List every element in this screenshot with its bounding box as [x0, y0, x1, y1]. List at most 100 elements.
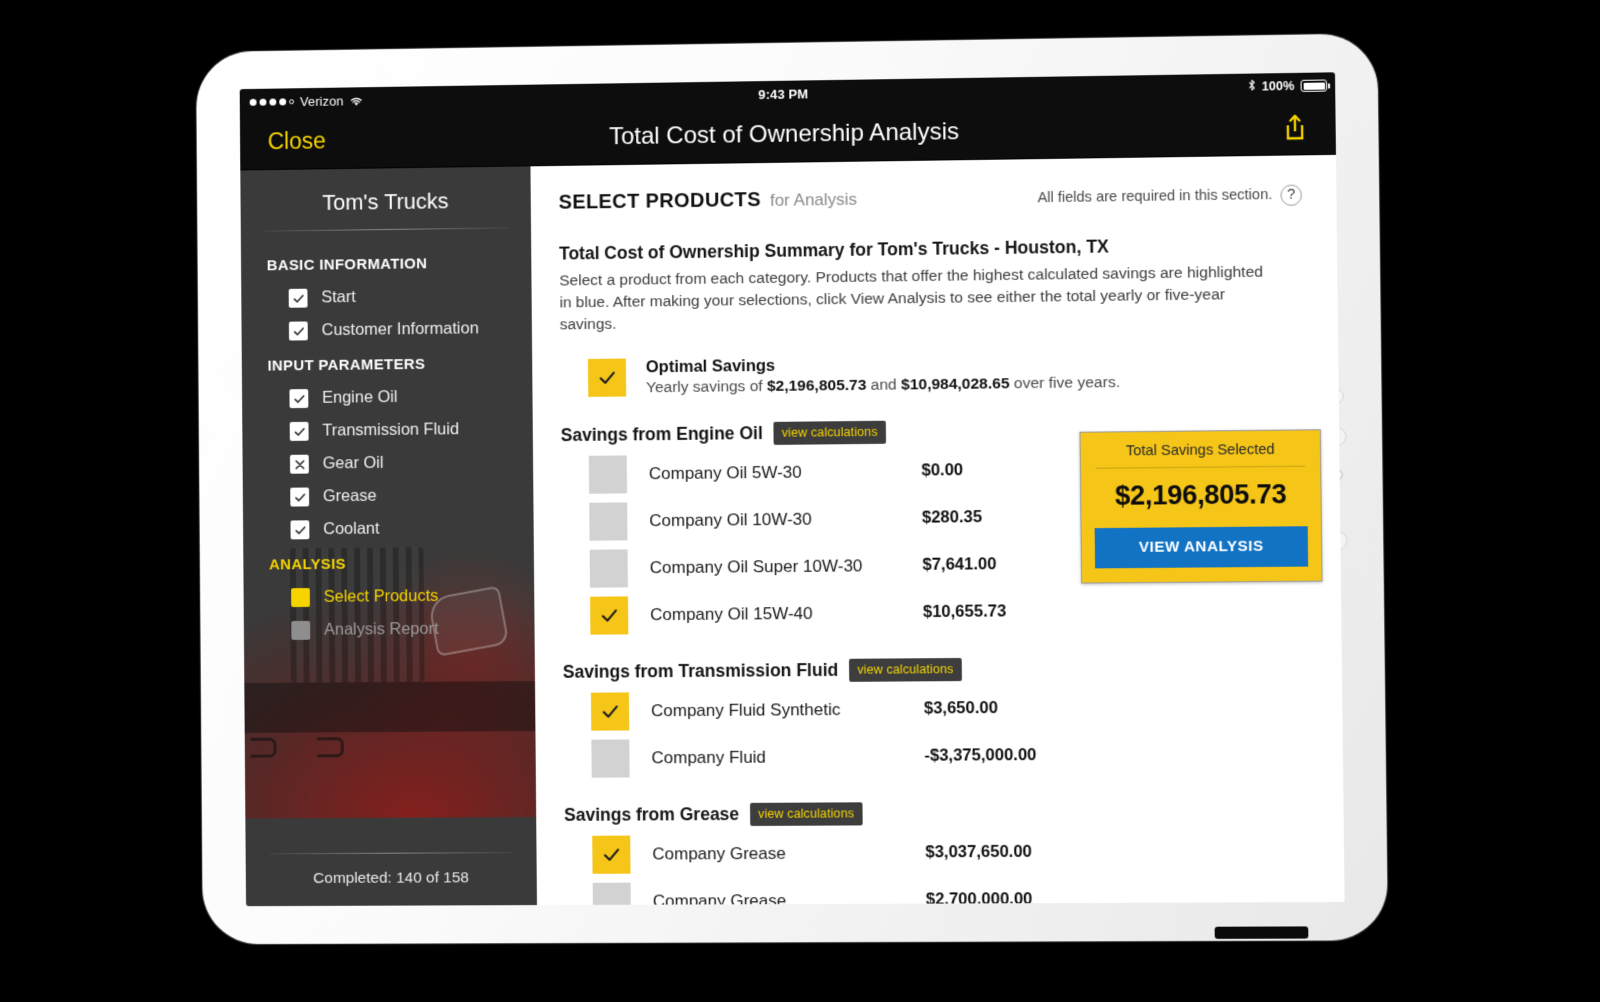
sidebar-item-label: Gear Oil	[322, 453, 384, 473]
sidebar-item-coolant[interactable]: Coolant	[243, 511, 534, 547]
product-value: -$3,375,000.00	[924, 746, 1037, 766]
main-content: SELECT PRODUCTS for Analysis All fields …	[530, 154, 1345, 906]
optimal-prefix: Yearly savings of	[645, 377, 768, 397]
sidebar-item-label: Transmission Fluid	[322, 420, 460, 440]
category-header-grease: Savings from Grease view calculations	[564, 800, 1309, 827]
sidebar-item-engine-oil[interactable]: Engine Oil	[242, 380, 533, 416]
app-body: Tom's Trucks BASIC INFORMATION Start Cus…	[240, 154, 1345, 907]
share-icon[interactable]	[1281, 111, 1310, 142]
total-savings-amount: $2,196,805.73	[1114, 478, 1287, 511]
optimal-yearly-amount: $2,196,805.73	[766, 376, 867, 395]
optimal-mid: and	[866, 376, 902, 394]
view-calculations-button[interactable]: view calculations	[750, 802, 863, 826]
checkmark-icon	[289, 421, 309, 441]
category-title: Savings from Engine Oil	[560, 422, 763, 446]
current-step-icon	[291, 588, 310, 608]
sidebar-group-title-analysis: ANALYSIS	[269, 555, 346, 574]
product-row[interactable]: Company Grease $3,037,650.00	[592, 832, 1309, 874]
product-checkbox[interactable]	[588, 455, 628, 494]
sidebar-item-customer-information[interactable]: Customer Information	[241, 312, 532, 348]
checkmark-icon	[288, 321, 308, 341]
sidebar-item-label: Select Products	[323, 586, 439, 606]
category-title: Savings from Transmission Fluid	[562, 659, 839, 682]
product-row[interactable]: Company Grease $2,700,000.00	[592, 880, 1311, 906]
product-value: $3,650.00	[923, 699, 999, 718]
optimal-five-year-amount: $10,984,028.65	[900, 375, 1010, 394]
sidebar-item-label: Grease	[322, 486, 377, 506]
product-value: $3,037,650.00	[925, 843, 1033, 862]
product-name: Company Grease	[652, 890, 787, 906]
summary-description: Select a product from each category. Pro…	[559, 263, 1264, 334]
optimal-suffix: over five years.	[1009, 373, 1121, 393]
total-savings-label: Total Savings Selected	[1125, 441, 1275, 460]
product-name: Company Oil 10W-30	[649, 509, 812, 531]
optimal-savings-checkbox[interactable]	[587, 358, 627, 398]
product-checkbox-selected[interactable]	[592, 835, 631, 874]
organization-name: Tom's Trucks	[322, 188, 449, 215]
checkmark-icon	[288, 288, 308, 308]
product-name: Company Oil Super 10W-30	[649, 556, 863, 578]
optimal-savings-title: Optimal Savings	[645, 356, 776, 377]
checkmark-icon	[289, 389, 309, 409]
required-note: All fields are required in this section.	[1037, 186, 1273, 207]
sidebar: Tom's Trucks BASIC INFORMATION Start Cus…	[240, 166, 537, 907]
product-name: Company Grease	[652, 843, 786, 864]
tablet-screen: Verizon 9:43 PM 100% Close Total Cost of…	[239, 72, 1345, 907]
bluetooth-icon	[1247, 79, 1255, 95]
product-checkbox-selected[interactable]	[590, 596, 629, 635]
view-calculations-button[interactable]: view calculations	[849, 657, 962, 682]
sidebar-group-title-input-parameters: INPUT PARAMETERS	[267, 355, 426, 375]
product-row[interactable]: Company Fluid Synthetic $3,650.00	[590, 688, 1308, 731]
status-bar-right: 100%	[1247, 77, 1328, 95]
sidebar-item-gear-oil[interactable]: Gear Oil	[242, 445, 533, 481]
product-checkbox[interactable]	[589, 502, 628, 541]
product-name: Company Oil 15W-40	[650, 603, 813, 625]
product-row[interactable]: Company Fluid -$3,375,000.00	[591, 735, 1308, 778]
checkmark-icon	[290, 520, 310, 540]
product-value: $7,641.00	[922, 555, 997, 575]
product-value: $0.00	[921, 461, 964, 480]
product-value: $2,700,000.00	[925, 890, 1033, 906]
product-name: Company Oil 5W-30	[648, 462, 802, 484]
category-title: Savings from Grease	[564, 803, 740, 825]
optimal-savings-row[interactable]: Optimal Savings Yearly savings of $2,196…	[587, 351, 1304, 398]
product-name: Company Fluid Synthetic	[650, 699, 841, 721]
product-checkbox[interactable]	[591, 739, 630, 778]
disabled-step-icon	[291, 620, 311, 640]
section-title: SELECT PRODUCTS	[558, 189, 762, 214]
product-name: Company Fluid	[651, 747, 767, 768]
product-checkbox[interactable]	[592, 882, 631, 906]
sidebar-item-analysis-report[interactable]: Analysis Report	[244, 612, 535, 647]
sidebar-item-start[interactable]: Start	[241, 279, 532, 315]
battery-percent-label: 100%	[1261, 78, 1295, 94]
battery-icon	[1300, 79, 1328, 92]
summary-title: Total Cost of Ownership Summary for Tom'…	[559, 235, 1109, 264]
sidebar-item-transmission-fluid[interactable]: Transmission Fluid	[242, 412, 533, 448]
sidebar-item-select-products[interactable]: Select Products	[244, 579, 535, 614]
sidebar-item-label: Customer Information	[321, 319, 479, 340]
sidebar-item-grease[interactable]: Grease	[243, 478, 534, 514]
view-analysis-button[interactable]: VIEW ANALYSIS	[1094, 526, 1309, 569]
cross-icon	[289, 454, 309, 474]
category-header-transmission-fluid: Savings from Transmission Fluid view cal…	[563, 655, 1308, 683]
product-value: $10,655.73	[922, 602, 1007, 622]
completed-counter: Completed: 140 of 158	[313, 869, 469, 887]
product-value: $280.35	[921, 508, 983, 528]
checkmark-icon	[290, 487, 310, 507]
page-title: Total Cost of Ownership Analysis	[608, 117, 960, 150]
sidebar-item-label: Analysis Report	[323, 619, 439, 639]
sidebar-group-title-basic-information: BASIC INFORMATION	[266, 255, 428, 275]
section-header: SELECT PRODUCTS for Analysis All fields …	[559, 182, 1302, 216]
required-note-group: All fields are required in this section.…	[1037, 184, 1302, 209]
product-row[interactable]: Company Oil 15W-40 $10,655.73	[590, 591, 1307, 635]
section-subtitle: for Analysis	[769, 189, 858, 210]
question-mark-icon[interactable]: ?	[1280, 184, 1302, 206]
sidebar-item-label: Coolant	[323, 519, 380, 539]
home-indicator	[1214, 926, 1309, 939]
total-savings-panel: Total Savings Selected $2,196,805.73 VIE…	[1079, 429, 1323, 584]
sidebar-item-label: Start	[321, 288, 356, 307]
product-checkbox[interactable]	[589, 549, 628, 588]
product-checkbox-selected[interactable]	[590, 692, 630, 731]
view-calculations-button[interactable]: view calculations	[773, 420, 886, 445]
